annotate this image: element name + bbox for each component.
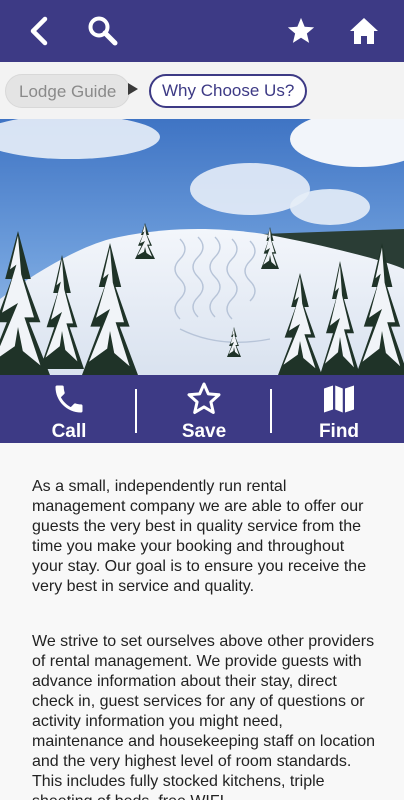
search-icon[interactable]	[83, 11, 123, 51]
find-label: Find	[318, 421, 360, 442]
star-icon[interactable]	[281, 11, 321, 51]
save-button[interactable]: Save	[169, 375, 239, 443]
divider	[135, 389, 137, 433]
top-app-bar	[0, 0, 404, 62]
breadcrumb-item-lodge-guide[interactable]: Lodge Guide	[5, 74, 131, 108]
divider	[270, 389, 272, 433]
paragraph: We strive to set ourselves above other p…	[32, 633, 376, 800]
back-arrow-icon[interactable]	[19, 11, 59, 51]
call-label: Call	[51, 421, 87, 442]
breadcrumb-item-current[interactable]: Why Choose Us?	[149, 74, 308, 108]
hero-image	[0, 119, 404, 375]
paragraph: As a small, independently run rental man…	[32, 478, 367, 595]
home-icon[interactable]	[344, 11, 384, 51]
find-button[interactable]: Find	[304, 375, 374, 443]
phone-icon	[55, 385, 83, 413]
save-label: Save	[181, 421, 227, 442]
call-button[interactable]: Call	[34, 375, 104, 443]
star-outline-icon	[187, 382, 221, 414]
breadcrumb-separator-icon	[128, 83, 138, 95]
breadcrumb: Lodge Guide Why Choose Us?	[0, 62, 404, 119]
action-bar: Call Save Find	[0, 375, 404, 443]
article-content: As a small, independently run rental man…	[0, 443, 404, 800]
map-icon	[324, 385, 354, 413]
